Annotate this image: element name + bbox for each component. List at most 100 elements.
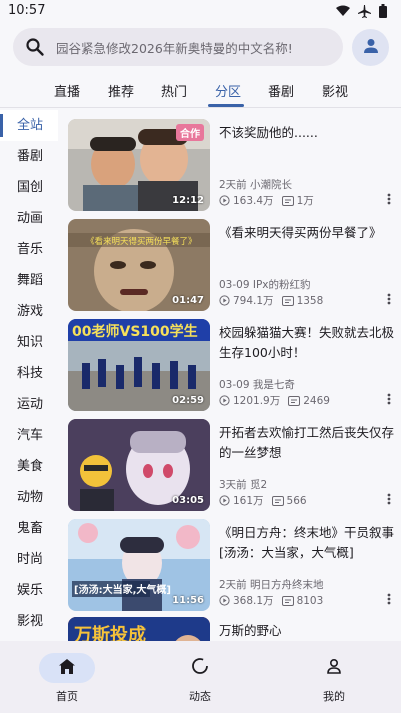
person-icon	[362, 37, 380, 59]
nav-mine-label: 我的	[323, 690, 345, 703]
tab-hot[interactable]: 热门	[161, 81, 187, 100]
sidebar-item-animals[interactable]: 动物	[0, 482, 58, 513]
video-meta: 03-09 我是七奇	[219, 377, 295, 392]
sidebar-item-food[interactable]: 美食	[0, 451, 58, 482]
sidebar-item-animation[interactable]: 动画	[0, 203, 58, 234]
sidebar-item-kichiku[interactable]: 鬼畜	[0, 513, 58, 544]
sidebar-item-tech[interactable]: 科技	[0, 358, 58, 389]
more-options-button[interactable]	[382, 291, 396, 307]
sidebar-item-music[interactable]: 音乐	[0, 234, 58, 265]
video-title: 不该奖励他的......	[219, 125, 318, 140]
video-stats: 794.1万 1358	[219, 293, 323, 308]
danmaku-icon	[281, 595, 294, 606]
video-card[interactable]: 万斯投成 万斯的野心	[68, 617, 396, 641]
video-title: 《看来明天得买两份早餐了》	[219, 225, 382, 240]
sidebar-item-film[interactable]: 影视	[0, 606, 58, 637]
more-vertical-icon	[387, 490, 391, 509]
sidebar-item-guochuang[interactable]: 国创	[0, 172, 58, 203]
search-bar[interactable]: 园谷紧急修改2026年新奥特曼的中文名称!	[13, 28, 343, 66]
upload-date: 2天前	[219, 179, 247, 191]
status-time: 10:57	[8, 3, 46, 18]
video-meta: 2天前 小潮院长	[219, 177, 292, 192]
upload-date: 3天前	[219, 479, 247, 491]
svg-text:《看来明天得买两份早餐了》: 《看来明天得买两份早餐了》	[86, 236, 197, 247]
video-stats: 161万 566	[219, 493, 307, 508]
sidebar-item-knowledge[interactable]: 知识	[0, 327, 58, 358]
sidebar-item-fashion[interactable]: 时尚	[0, 544, 58, 575]
video-card[interactable]: 03:05 开拓者去欢愉打工然后丧失仅存的一丝梦想 3天前 觅2 161万 56…	[68, 419, 396, 511]
video-duration: 01:47	[172, 295, 204, 306]
tab-partition[interactable]: 分区	[215, 81, 241, 100]
author-name[interactable]: 我是七奇	[253, 379, 295, 391]
video-meta: 03-09 IPx的粉红豹	[219, 277, 311, 292]
co-creation-badge: 合作	[176, 124, 204, 141]
partition-sidebar: 全站 番剧 国创 动画 音乐 舞蹈 游戏 知识 科技 运动 汽车 美食 动物 鬼…	[0, 108, 58, 641]
author-name[interactable]: 小潮院长	[250, 179, 292, 191]
danmaku-count: 2469	[303, 394, 330, 407]
wifi-icon	[336, 5, 350, 17]
nav-home-label: 首页	[56, 690, 78, 703]
status-bar: 10:57	[0, 0, 401, 24]
tab-bangumi[interactable]: 番剧	[268, 81, 294, 100]
battery-icon	[379, 4, 387, 18]
video-card[interactable]: 合作 12:12 不该奖励他的...... 2天前 小潮院长 163.4万 1万	[68, 119, 396, 211]
sidebar-item-dance[interactable]: 舞蹈	[0, 265, 58, 296]
tab-live[interactable]: 直播	[54, 81, 80, 100]
tab-recommend[interactable]: 推荐	[108, 81, 134, 100]
more-vertical-icon	[387, 390, 391, 409]
sidebar-item-game[interactable]: 游戏	[0, 296, 58, 327]
video-card[interactable]: 00老师VS100学生 02:59 校园躲猫猫大赛！失败就去北极生存100小时！…	[68, 319, 396, 411]
nav-mine[interactable]: 我的	[294, 653, 374, 704]
upload-date: 03-09	[219, 379, 250, 391]
video-duration: 03:05	[172, 495, 204, 506]
sidebar-item-bangumi[interactable]: 番剧	[0, 141, 58, 172]
video-card[interactable]: 《看来明天得买两份早餐了》 01:47 《看来明天得买两份早餐了》 03-09 …	[68, 219, 396, 311]
play-count-icon	[219, 395, 230, 406]
more-options-button[interactable]	[382, 391, 396, 407]
more-options-button[interactable]	[382, 491, 396, 507]
author-name[interactable]: 觅2	[250, 479, 267, 491]
sidebar-item-sports[interactable]: 运动	[0, 389, 58, 420]
sidebar-item-entertainment[interactable]: 娱乐	[0, 575, 58, 606]
category-tabs: 直播 推荐 热门 分区 番剧 影视	[40, 72, 401, 106]
video-card[interactable]: [汤汤:大当家,大气概] 11:56 《明日方舟：终末地》干员叙事 [汤汤：大当…	[68, 519, 396, 611]
danmaku-count: 566	[286, 494, 307, 507]
danmaku-icon	[288, 395, 301, 406]
author-name[interactable]: IPx的粉红豹	[253, 279, 311, 291]
video-stats: 1201.9万 2469	[219, 393, 330, 408]
video-duration: 12:12	[172, 195, 204, 206]
play-count-icon	[219, 495, 230, 506]
upload-date: 2天前	[219, 579, 247, 591]
video-stats: 163.4万 1万	[219, 193, 314, 208]
more-options-button[interactable]	[382, 191, 396, 207]
view-count: 1201.9万	[233, 395, 281, 407]
play-count-icon	[219, 195, 230, 206]
danmaku-count: 1358	[296, 294, 324, 307]
svg-text:[汤汤:大当家,大气概]: [汤汤:大当家,大气概]	[74, 583, 171, 596]
nav-dynamic[interactable]: 动态	[160, 653, 240, 704]
author-name[interactable]: 明日方舟终末地	[250, 579, 324, 591]
view-count: 161万	[233, 495, 264, 507]
play-count-icon	[219, 295, 230, 306]
video-thumbnail: 《看来明天得买两份早餐了》 01:47	[68, 219, 210, 311]
activity-ring-icon	[191, 657, 209, 679]
sidebar-item-cars[interactable]: 汽车	[0, 420, 58, 451]
sidebar-item-all[interactable]: 全站	[0, 110, 58, 141]
nav-dynamic-label: 动态	[189, 690, 211, 703]
account-button[interactable]	[352, 29, 389, 66]
bottom-navigation: 首页 动态 我的	[0, 641, 401, 713]
nav-home[interactable]: 首页	[27, 653, 107, 704]
play-count-icon	[219, 595, 230, 606]
svg-text:万斯投成: 万斯投成	[73, 624, 146, 641]
svg-text:00老师VS100学生: 00老师VS100学生	[72, 323, 198, 340]
danmaku-icon	[281, 295, 294, 306]
more-options-button[interactable]	[382, 591, 396, 607]
tab-movies[interactable]: 影视	[322, 81, 348, 100]
video-meta: 3天前 觅2	[219, 477, 267, 492]
nav-mine-pill	[306, 653, 362, 683]
home-icon	[59, 658, 75, 678]
video-title: 校园躲猫猫大赛！失败就去北极生存100小时！	[219, 325, 395, 360]
video-thumbnail: 00老师VS100学生 02:59	[68, 319, 210, 411]
video-thumbnail: 合作 12:12	[68, 119, 210, 211]
video-thumbnail: [汤汤:大当家,大气概] 11:56	[68, 519, 210, 611]
